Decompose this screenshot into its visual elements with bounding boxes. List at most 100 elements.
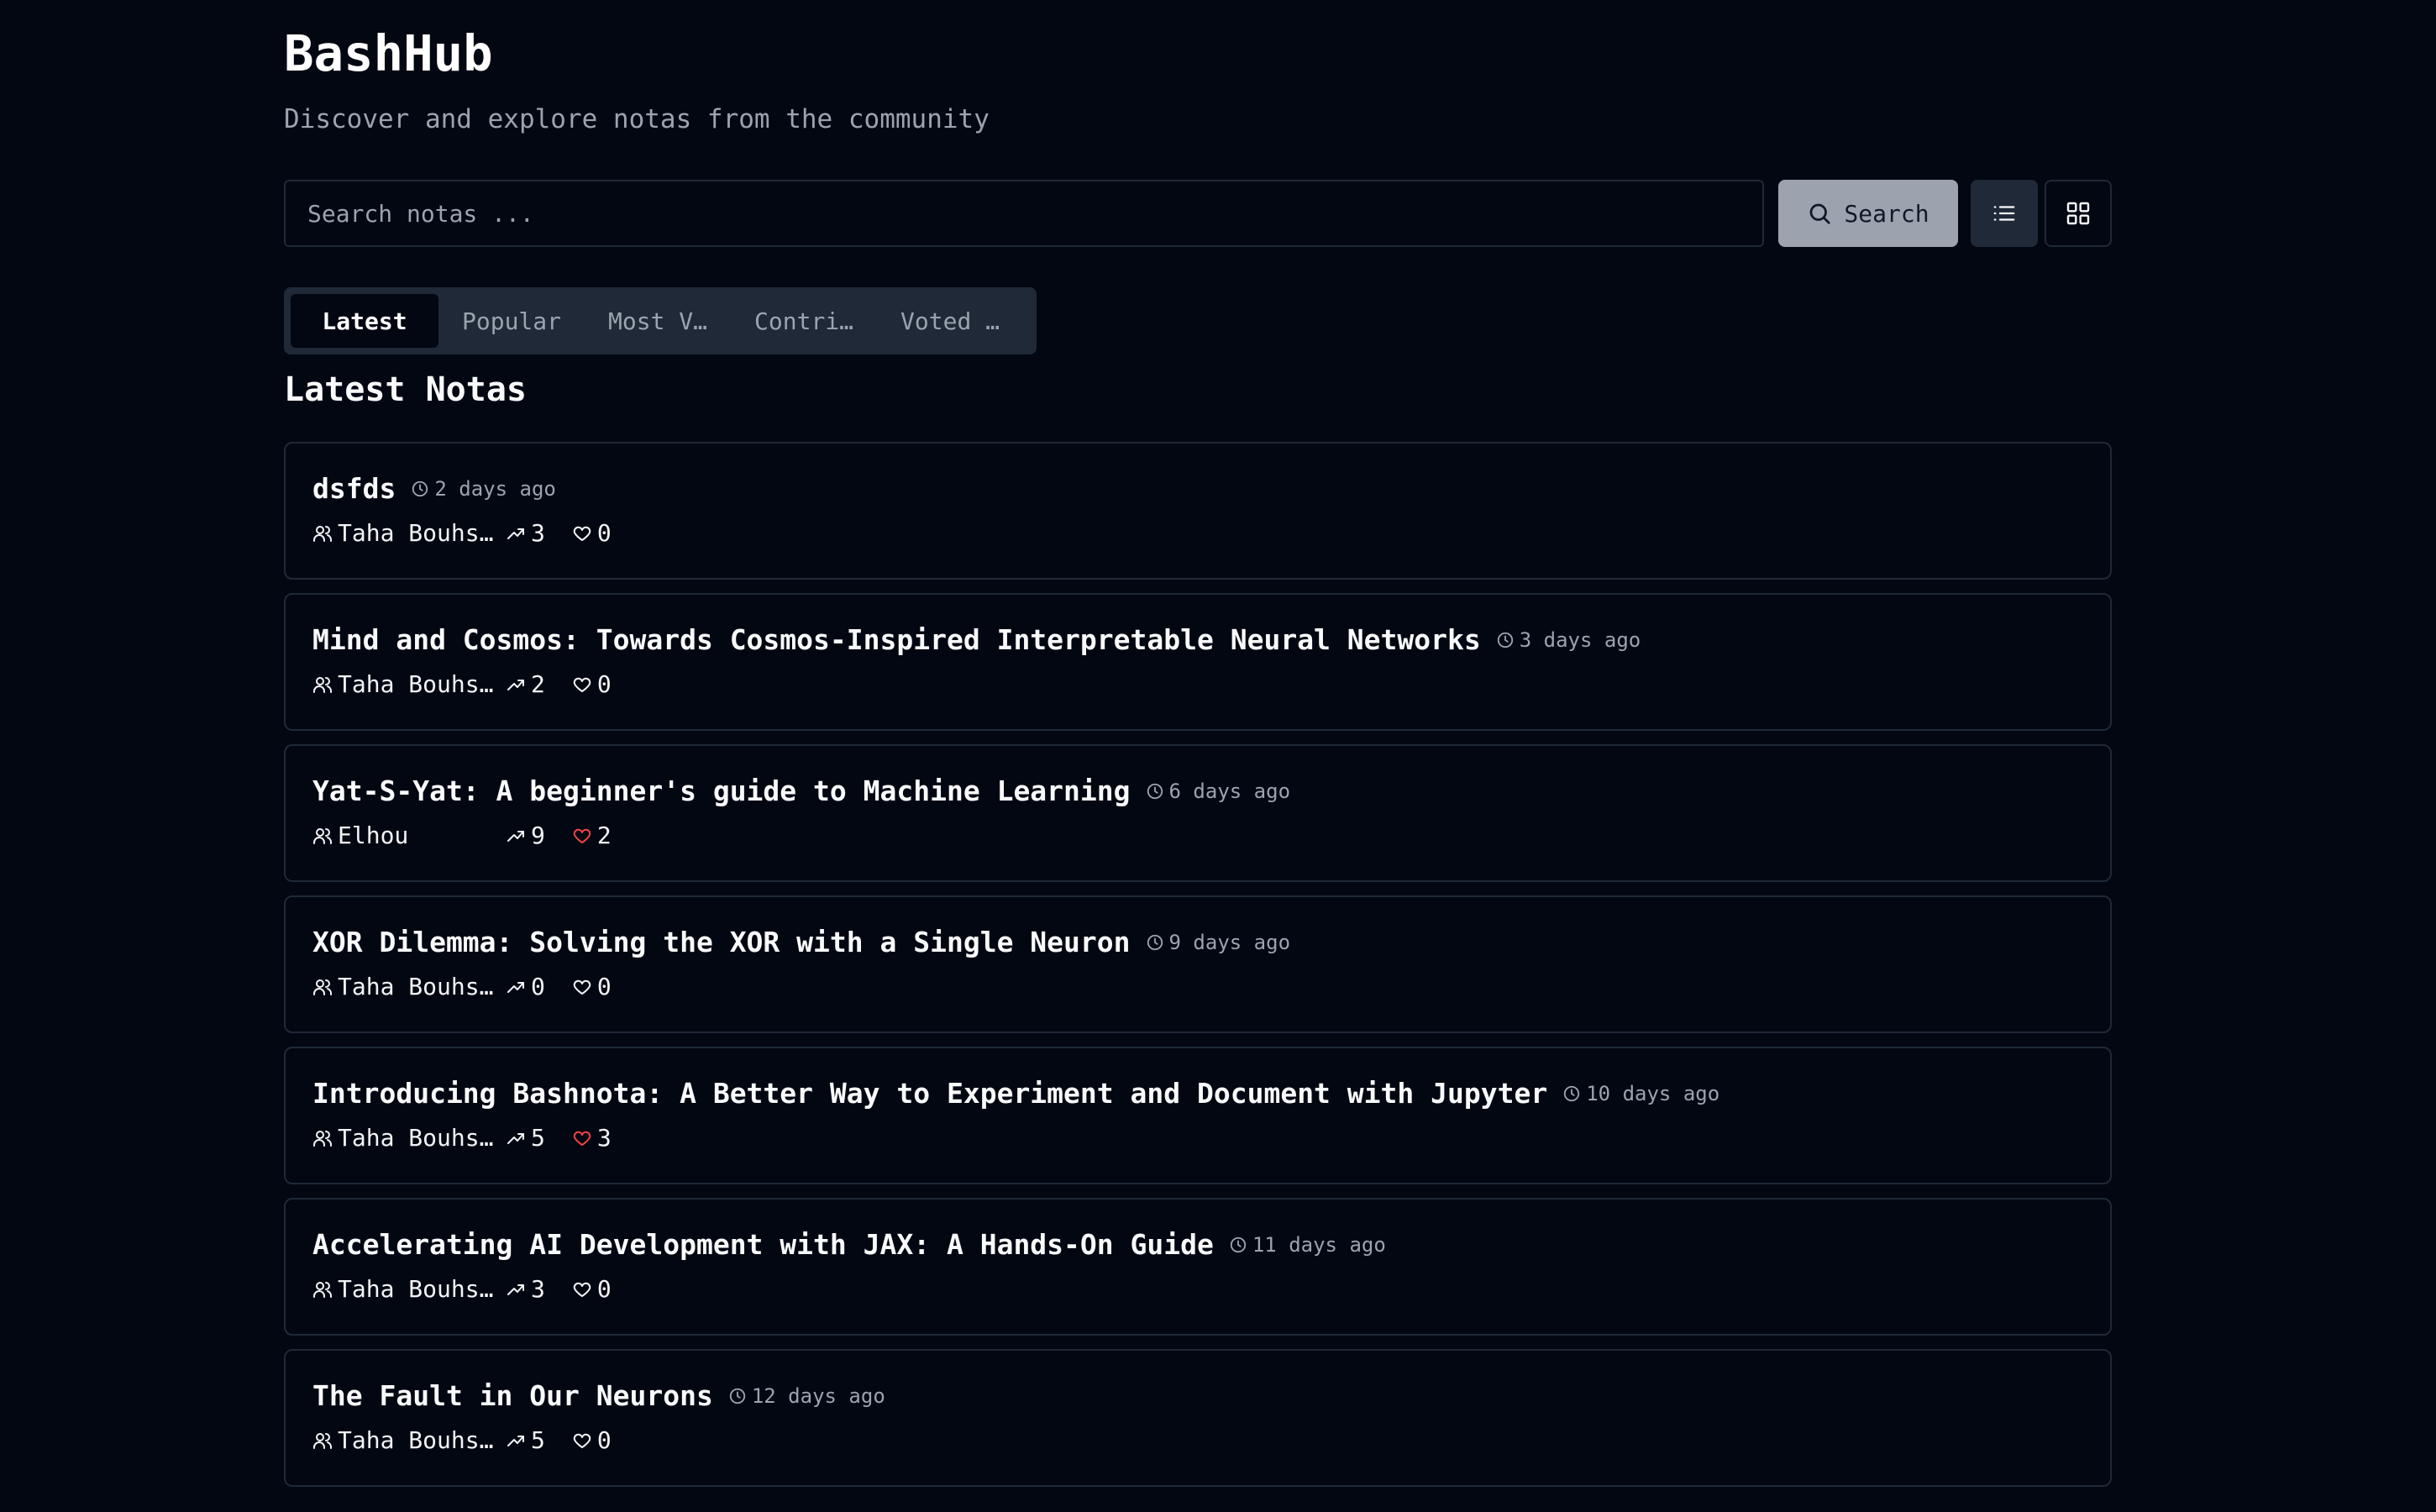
nota-meta: Taha Bouhs… 3 0 bbox=[312, 519, 612, 547]
nota-views: 5 bbox=[506, 1124, 545, 1152]
nota-author-name: Taha Bouhs… bbox=[338, 973, 494, 1000]
nota-header: dsfds 2 days ago bbox=[312, 472, 556, 505]
users-icon bbox=[312, 675, 333, 695]
nota-header: Mind and Cosmos: Towards Cosmos-Inspired… bbox=[312, 623, 1641, 656]
nota-author: Taha Bouhs… bbox=[312, 1426, 506, 1454]
nota-author: Taha Bouhs… bbox=[312, 1275, 506, 1303]
tab-voted[interactable]: Voted … bbox=[877, 294, 1023, 348]
nota-author-name: Taha Bouhs… bbox=[338, 670, 494, 698]
nota-likes-count: 0 bbox=[596, 1426, 612, 1454]
tab-popular[interactable]: Popular bbox=[438, 294, 585, 348]
nota-views-count: 5 bbox=[531, 1124, 545, 1152]
heart-icon bbox=[572, 826, 592, 846]
nota-time: 2 days ago bbox=[411, 477, 556, 501]
nota-likes[interactable]: 0 bbox=[572, 670, 612, 698]
nota-likes[interactable]: 0 bbox=[572, 973, 612, 1000]
nota-time: 11 days ago bbox=[1229, 1233, 1386, 1257]
nota-meta: Taha Bouhs… 0 0 bbox=[312, 973, 612, 1000]
nota-card[interactable]: Accelerating AI Development with JAX: A … bbox=[284, 1198, 2112, 1336]
trending-up-icon bbox=[506, 523, 526, 543]
heart-icon bbox=[572, 675, 592, 695]
nota-likes[interactable]: 0 bbox=[572, 519, 612, 547]
search-button-label: Search bbox=[1844, 199, 1929, 228]
search-input[interactable] bbox=[284, 180, 1764, 247]
nota-likes[interactable]: 0 bbox=[572, 1275, 612, 1303]
clock-icon bbox=[1146, 782, 1164, 801]
grid-icon bbox=[2065, 200, 2092, 227]
nota-title[interactable]: Introducing Bashnota: A Better Way to Ex… bbox=[312, 1077, 1547, 1110]
grid-view-button[interactable] bbox=[2045, 180, 2112, 247]
nota-author: Taha Bouhs… bbox=[312, 1124, 506, 1152]
trending-up-icon bbox=[506, 1431, 526, 1451]
app-subtitle: Discover and explore notas from the comm… bbox=[284, 104, 990, 134]
list-view-button[interactable] bbox=[1971, 180, 2038, 247]
nota-likes-count: 2 bbox=[596, 822, 612, 849]
nota-likes-count: 0 bbox=[596, 1275, 612, 1303]
nota-time-text: 11 days ago bbox=[1252, 1232, 1386, 1257]
nota-views-count: 3 bbox=[531, 519, 545, 547]
tab-contributors[interactable]: Contri… bbox=[731, 294, 877, 348]
nota-title[interactable]: XOR Dilemma: Solving the XOR with a Sing… bbox=[312, 926, 1131, 958]
nota-author-name: Elhou bbox=[338, 822, 409, 849]
nota-likes[interactable]: 3 bbox=[572, 1124, 612, 1152]
nota-title[interactable]: Accelerating AI Development with JAX: A … bbox=[312, 1228, 1214, 1261]
nota-meta: Taha Bouhs… 2 0 bbox=[312, 670, 612, 698]
nota-likes[interactable]: 0 bbox=[572, 1426, 612, 1454]
heart-icon bbox=[572, 523, 592, 543]
nota-views: 0 bbox=[506, 973, 545, 1000]
heart-icon bbox=[572, 1279, 592, 1299]
tab-most-viewed[interactable]: Most V… bbox=[585, 294, 731, 348]
nota-likes-count: 0 bbox=[596, 670, 612, 698]
nota-meta: Taha Bouhs… 5 3 bbox=[312, 1124, 612, 1152]
nota-card[interactable]: Yat-S-Yat: A beginner's guide to Machine… bbox=[284, 744, 2112, 882]
app-title: BashHub bbox=[284, 24, 493, 82]
nota-title[interactable]: Mind and Cosmos: Towards Cosmos-Inspired… bbox=[312, 623, 1481, 656]
nota-header: Introducing Bashnota: A Better Way to Ex… bbox=[312, 1077, 1719, 1110]
nota-card[interactable]: Introducing Bashnota: A Better Way to Ex… bbox=[284, 1047, 2112, 1184]
nota-meta: Taha Bouhs… 3 0 bbox=[312, 1275, 612, 1303]
nota-time-text: 10 days ago bbox=[1586, 1081, 1720, 1105]
nota-author-name: Taha Bouhs… bbox=[338, 1426, 494, 1454]
nota-likes-count: 3 bbox=[596, 1124, 612, 1152]
nota-title[interactable]: Yat-S-Yat: A beginner's guide to Machine… bbox=[312, 774, 1131, 807]
search-bar: Search bbox=[284, 180, 2112, 247]
nota-card[interactable]: XOR Dilemma: Solving the XOR with a Sing… bbox=[284, 895, 2112, 1033]
tab-latest[interactable]: Latest bbox=[291, 294, 438, 348]
users-icon bbox=[312, 1431, 333, 1451]
nota-header: XOR Dilemma: Solving the XOR with a Sing… bbox=[312, 926, 1290, 958]
nota-time-text: 9 days ago bbox=[1168, 930, 1291, 954]
nota-views: 9 bbox=[506, 822, 545, 849]
heart-icon bbox=[572, 1128, 592, 1148]
nota-likes[interactable]: 2 bbox=[572, 822, 612, 849]
nota-card[interactable]: dsfds 2 days ago Taha Bouhs… 3 0 bbox=[284, 442, 2112, 580]
search-icon bbox=[1807, 201, 1832, 226]
nota-list: dsfds 2 days ago Taha Bouhs… 3 0 Mind an… bbox=[284, 442, 2112, 1500]
nota-header: The Fault in Our Neurons 12 days ago bbox=[312, 1379, 885, 1412]
nota-title[interactable]: dsfds bbox=[312, 472, 396, 505]
heart-icon bbox=[572, 977, 592, 997]
nota-title[interactable]: The Fault in Our Neurons bbox=[312, 1379, 713, 1412]
trending-up-icon bbox=[506, 675, 526, 695]
nota-time-text: 6 days ago bbox=[1168, 779, 1291, 803]
nota-likes-count: 0 bbox=[596, 973, 612, 1000]
users-icon bbox=[312, 1279, 333, 1299]
clock-icon bbox=[1562, 1084, 1581, 1103]
trending-up-icon bbox=[506, 1279, 526, 1299]
nota-card[interactable]: Mind and Cosmos: Towards Cosmos-Inspired… bbox=[284, 593, 2112, 731]
search-button[interactable]: Search bbox=[1778, 180, 1958, 247]
nota-views-count: 9 bbox=[531, 822, 545, 849]
trending-up-icon bbox=[506, 977, 526, 997]
nota-views-count: 2 bbox=[531, 670, 545, 698]
clock-icon bbox=[1496, 631, 1515, 649]
heart-icon bbox=[572, 1431, 592, 1451]
nota-views-count: 3 bbox=[531, 1275, 545, 1303]
clock-icon bbox=[728, 1387, 747, 1405]
nota-card[interactable]: The Fault in Our Neurons 12 days ago Tah… bbox=[284, 1349, 2112, 1487]
nota-meta: Elhou 9 2 bbox=[312, 822, 612, 849]
nota-time-text: 12 days ago bbox=[751, 1383, 885, 1408]
nota-meta: Taha Bouhs… 5 0 bbox=[312, 1426, 612, 1454]
nota-time: 3 days ago bbox=[1496, 628, 1641, 652]
nota-time: 6 days ago bbox=[1146, 779, 1291, 803]
clock-icon bbox=[1229, 1236, 1247, 1254]
nota-likes-count: 0 bbox=[596, 519, 612, 547]
